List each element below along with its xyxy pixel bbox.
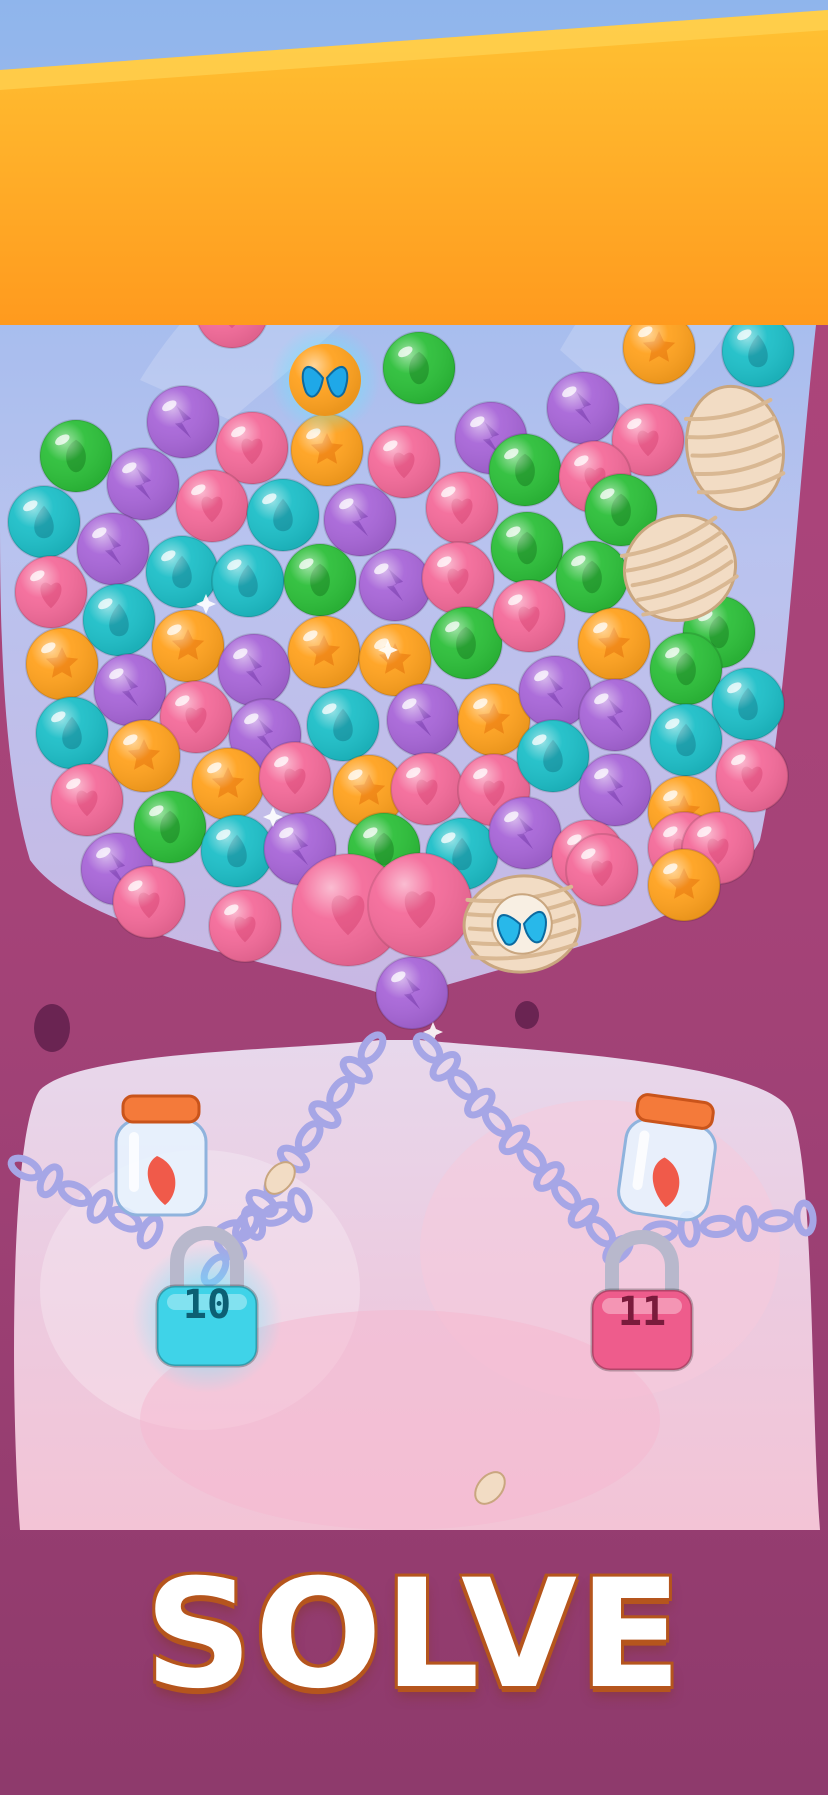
- green-bubble[interactable]: [283, 543, 357, 617]
- teal-bubble[interactable]: [711, 667, 785, 741]
- game-scene: 10 11 SOLVE: [0, 0, 828, 1795]
- banner-title: SOLVE: [144, 1548, 684, 1722]
- green-bubble[interactable]: [39, 419, 113, 493]
- large-pink-bubble[interactable]: [367, 852, 473, 958]
- orange-bubble[interactable]: [287, 615, 361, 689]
- orange-bubble[interactable]: [191, 747, 265, 821]
- pink-bubble[interactable]: [425, 471, 499, 545]
- purple-bubble[interactable]: [93, 653, 167, 727]
- purple-bubble[interactable]: [578, 753, 652, 827]
- green-bubble[interactable]: [429, 606, 503, 680]
- green-bubble[interactable]: [555, 540, 629, 614]
- lock-left-count: 10: [182, 1282, 232, 1328]
- purple-bubble[interactable]: [146, 385, 220, 459]
- teal-bubble[interactable]: [721, 314, 795, 388]
- purple-bubble[interactable]: [323, 483, 397, 557]
- teal-bubble[interactable]: [246, 478, 320, 552]
- purple-bubble[interactable]: [106, 447, 180, 521]
- pink-bubble[interactable]: [208, 889, 282, 963]
- green-bubble[interactable]: [133, 790, 207, 864]
- teal-bubble[interactable]: [649, 703, 723, 777]
- purple-bubble[interactable]: [488, 796, 562, 870]
- orange-bubble[interactable]: [107, 719, 181, 793]
- purple-bubble[interactable]: [546, 371, 620, 445]
- rock-hole: [34, 1004, 70, 1052]
- rock-hole: [515, 1001, 539, 1029]
- green-bubble[interactable]: [382, 331, 456, 405]
- purple-bubble[interactable]: [217, 633, 291, 707]
- orange-bubble[interactable]: [647, 848, 721, 922]
- butterfly-bubble[interactable]: [270, 325, 380, 435]
- pink-bubble[interactable]: [367, 425, 441, 499]
- teal-bubble[interactable]: [516, 719, 590, 793]
- green-bubble[interactable]: [488, 433, 562, 507]
- pink-bubble[interactable]: [715, 739, 789, 813]
- pink-bubble[interactable]: [492, 579, 566, 653]
- lock-right-count: 11: [617, 1289, 667, 1335]
- jar-left[interactable]: [114, 1094, 208, 1217]
- pink-bubble[interactable]: [421, 541, 495, 615]
- pink-bubble[interactable]: [565, 833, 639, 907]
- teal-bubble[interactable]: [211, 544, 285, 618]
- pink-bubble[interactable]: [258, 741, 332, 815]
- orange-bubble[interactable]: [577, 607, 651, 681]
- pink-bubble[interactable]: [390, 752, 464, 826]
- teal-bubble[interactable]: [200, 814, 274, 888]
- pink-bubble[interactable]: [175, 469, 249, 543]
- green-bubble[interactable]: [490, 511, 564, 585]
- teal-bubble[interactable]: [7, 485, 81, 559]
- purple-bubble[interactable]: [375, 956, 449, 1030]
- purple-bubble[interactable]: [358, 548, 432, 622]
- pink-bubble[interactable]: [14, 555, 88, 629]
- teal-bubble[interactable]: [82, 583, 156, 657]
- green-bubble[interactable]: [649, 632, 723, 706]
- teal-bubble[interactable]: [35, 696, 109, 770]
- banner: [0, 10, 828, 325]
- purple-bubble[interactable]: [578, 678, 652, 752]
- purple-bubble[interactable]: [76, 512, 150, 586]
- orange-bubble[interactable]: [151, 609, 225, 683]
- purple-bubble[interactable]: [386, 683, 460, 757]
- pink-bubble[interactable]: [112, 865, 186, 939]
